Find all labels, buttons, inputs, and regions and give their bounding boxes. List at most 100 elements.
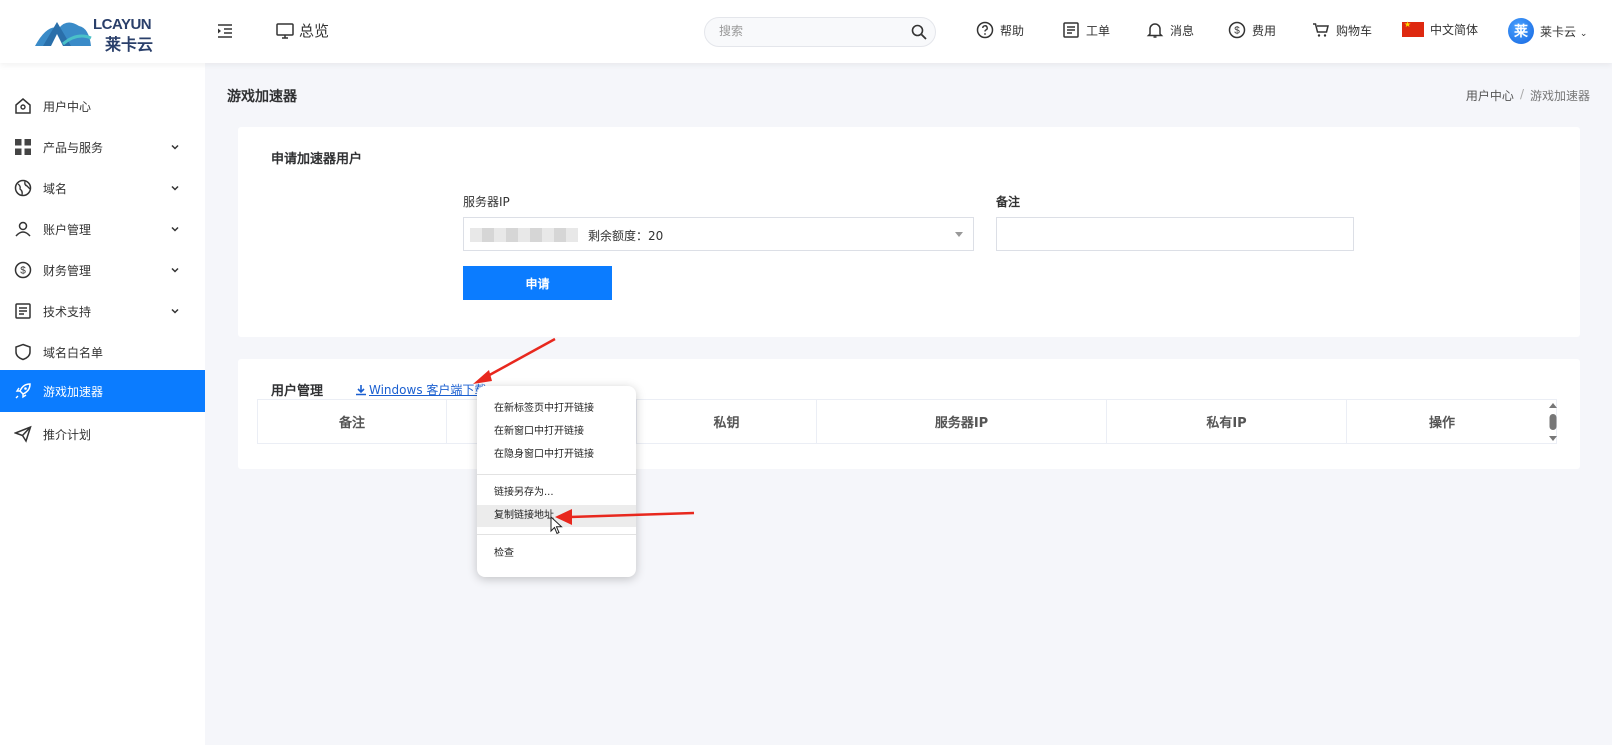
quota-text: 剩余额度：20 (588, 229, 664, 243)
fee-label: 费用 (1252, 23, 1277, 38)
sidebar-item-label: 用户中心 (43, 99, 92, 114)
help-link[interactable]: 帮助 (976, 21, 1024, 39)
sidebar-item-label: 推介计划 (43, 427, 92, 442)
paper-plane-icon (14, 425, 32, 443)
ctx-open-new-window[interactable]: 在新窗口中打开链接 (477, 421, 636, 443)
blurred-ip-value (470, 228, 578, 242)
ticket-label: 工单 (1086, 23, 1111, 38)
dollar-icon: $ (14, 261, 32, 279)
sidebar-item-user-center[interactable]: 用户中心 (0, 85, 205, 127)
sidebar-item-products[interactable]: 产品与服务 (0, 126, 205, 168)
cart-icon (1313, 23, 1329, 37)
ctx-inspect[interactable]: 检查 (477, 543, 636, 565)
ticket-icon (1063, 22, 1079, 38)
windows-client-download-link[interactable]: Windows 客户端下载 (355, 381, 486, 398)
user-icon (15, 221, 31, 237)
breadcrumb-item-user-center[interactable]: 用户中心 (1466, 87, 1514, 104)
sidebar-item-account[interactable]: 账户管理 (0, 208, 205, 250)
sidebar-item-label: 技术支持 (43, 304, 92, 319)
cart-label: 购物车 (1336, 23, 1373, 38)
apply-card-title: 申请加速器用户 (271, 152, 363, 167)
chevron-down-icon (171, 226, 179, 232)
column-header[interactable]: 备注 (258, 400, 447, 443)
menu-collapse-icon[interactable] (216, 22, 234, 40)
remark-label: 备注 (996, 195, 1021, 209)
help-icon (976, 21, 994, 39)
home-icon (15, 98, 31, 114)
ticket-link[interactable]: 工单 (1062, 21, 1110, 39)
breadcrumb-separator: / (1519, 87, 1524, 101)
server-ip-label: 服务器IP (463, 195, 510, 209)
mouse-pointer-icon (550, 516, 563, 535)
chevron-down-icon (171, 267, 179, 273)
sidebar-item-game-accelerator[interactable]: 游戏加速器 (0, 370, 205, 412)
sidebar-item-domain[interactable]: 域名 (0, 167, 205, 209)
avatar[interactable]: 莱 (1508, 18, 1534, 44)
search-input[interactable] (719, 24, 899, 38)
download-link-label: Windows 客户端下载 (369, 383, 487, 397)
logo[interactable]: LCAYUN 莱卡云 (33, 14, 163, 54)
chevron-down-icon (171, 185, 179, 191)
sidebar-item-support[interactable]: 技术支持 (0, 290, 205, 332)
sidebar-item-domain-whitelist[interactable]: 域名白名单 (0, 331, 205, 373)
download-icon (356, 384, 366, 395)
logo-text-cn: 莱卡云 (105, 35, 154, 54)
column-header[interactable]: 操作 (1347, 400, 1537, 443)
sidebar: 用户中心 产品与服务 域名 账户管理 $ 财务管理 技术支持 域名白名单 游戏加… (0, 63, 205, 745)
apply-button[interactable]: 申请 (463, 266, 612, 300)
chevron-down-icon (171, 308, 179, 314)
dollar-circle-icon: $ (1228, 21, 1246, 39)
menu-divider (477, 474, 636, 475)
column-header[interactable]: 服务器IP (817, 400, 1107, 443)
top-header: LCAYUN 莱卡云 总览 帮助 工单 消息 $ 费用 购物车 (0, 0, 1612, 63)
monitor-icon (276, 22, 294, 39)
sidebar-item-label: 账户管理 (43, 222, 92, 237)
sidebar-item-label: 域名白名单 (43, 345, 104, 360)
user-table-header: 备注 私钥 服务器IP 私有IP 操作 (257, 399, 1557, 444)
sidebar-item-finance[interactable]: $ 财务管理 (0, 249, 205, 291)
page-title: 游戏加速器 (227, 89, 297, 105)
sidebar-item-label: 产品与服务 (43, 140, 104, 155)
ctx-open-incognito[interactable]: 在隐身窗口中打开链接 (477, 444, 636, 466)
breadcrumb-item-current: 游戏加速器 (1529, 89, 1590, 103)
message-label: 消息 (1170, 23, 1195, 38)
column-header[interactable]: 私有IP (1107, 400, 1347, 443)
logo-mark-icon (35, 22, 92, 46)
globe-icon (14, 179, 32, 197)
chevron-down-icon (171, 144, 179, 150)
user-management-title: 用户管理 (271, 384, 324, 399)
overview-label: 总览 (299, 22, 330, 40)
sidebar-item-label: 游戏加速器 (43, 384, 104, 399)
shield-icon (15, 343, 31, 361)
cart-link[interactable]: 购物车 (1312, 21, 1372, 39)
server-ip-select[interactable]: 剩余额度：20 (463, 217, 974, 251)
breadcrumb: 用户中心 / 游戏加速器 (1466, 87, 1590, 104)
search-icon[interactable] (911, 24, 927, 40)
china-flag-icon (1402, 20, 1424, 37)
grid-icon (15, 139, 31, 155)
chevron-down-icon: ⌄ (1579, 29, 1588, 39)
help-label: 帮助 (1000, 23, 1025, 38)
sidebar-item-label: 财务管理 (43, 263, 92, 278)
caret-down-icon (955, 232, 963, 237)
message-link[interactable]: 消息 (1146, 21, 1194, 39)
language-switch[interactable]: 中文简体 (1402, 20, 1479, 38)
sidebar-item-label: 域名 (43, 181, 68, 196)
sidebar-item-referral[interactable]: 推介计划 (0, 413, 205, 455)
search-box (704, 17, 936, 47)
bell-icon (1146, 23, 1164, 38)
ctx-save-link-as[interactable]: 链接另存为... (477, 482, 636, 504)
language-label: 中文简体 (1430, 23, 1479, 37)
table-scrollbar[interactable] (1546, 400, 1560, 444)
context-menu: 在新标签页中打开链接 在新窗口中打开链接 在隐身窗口中打开链接 链接另存为...… (477, 386, 636, 577)
svg-text:$: $ (1234, 26, 1240, 37)
column-header[interactable]: 私钥 (637, 400, 817, 443)
rocket-icon (15, 383, 31, 399)
document-icon (15, 303, 31, 319)
overview-link[interactable]: 总览 (276, 20, 329, 41)
ctx-open-new-tab[interactable]: 在新标签页中打开链接 (477, 398, 636, 420)
user-menu[interactable]: 莱卡云 ⌄ (1540, 23, 1587, 40)
fee-link[interactable]: $ 费用 (1228, 21, 1276, 39)
username-label: 莱卡云 (1540, 25, 1577, 39)
remark-input[interactable] (996, 217, 1354, 251)
